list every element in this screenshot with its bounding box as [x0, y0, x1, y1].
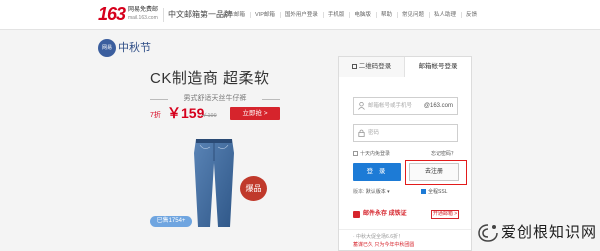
- username-field[interactable]: 邮箱帐号或手机号 @163.com: [353, 97, 458, 115]
- login-panel: 二维码登录 邮箱帐号登录 邮箱帐号或手机号 @163.com 密码 十天内免登录…: [338, 56, 472, 251]
- version-value: 默认版本 ▾: [365, 189, 390, 195]
- tab-qr-label: 二维码登录: [358, 63, 392, 70]
- open-mailbox-button[interactable]: 开通邮箱 >: [431, 210, 459, 219]
- notice-line-2[interactable]: 蓄谋已久 只为今年中秋团圆: [353, 241, 463, 249]
- nav-feedback[interactable]: 反馈: [460, 9, 482, 21]
- festival-text: 中秋节: [118, 41, 151, 54]
- discount-label: 7折: [150, 112, 161, 119]
- nav-vip-mail[interactable]: VIP邮箱: [250, 9, 280, 21]
- remember-label: 十天内免登录: [360, 151, 391, 157]
- nav-desktop[interactable]: 电脑版: [349, 9, 376, 21]
- password-field[interactable]: 密码: [353, 124, 458, 142]
- remember-me[interactable]: 十天内免登录: [353, 150, 390, 158]
- login-tabs: 二维码登录 邮箱帐号登录: [339, 57, 471, 77]
- qr-code-icon: [351, 63, 357, 69]
- forgot-password-link[interactable]: 忘记密码？: [431, 150, 456, 158]
- notice-area: · 中秋大促全场6.6折！ 蓄谋已久 只为今年中秋团圆: [353, 233, 463, 249]
- top-nav: 企业邮箱 VIP邮箱 国外用户登录 手机版 电脑版 帮助 常见问题 私人助理 反…: [218, 9, 482, 21]
- nav-enterprise-mail[interactable]: 企业邮箱: [218, 9, 250, 21]
- ssl-toggle[interactable]: 全程SSL: [421, 188, 447, 196]
- top-header: 163 网易免费邮 mail.163.com 中文邮箱第一品牌 企业邮箱 VIP…: [0, 0, 600, 30]
- tab-mail-login[interactable]: 邮箱帐号登录: [405, 57, 471, 77]
- buy-now-button[interactable]: 立即抢 >: [230, 107, 280, 120]
- password-placeholder: 密码: [368, 130, 380, 136]
- nav-overseas-login[interactable]: 国外用户登录: [279, 9, 323, 21]
- netease-163-logo[interactable]: 163 网易免费邮 mail.163.com: [98, 4, 160, 26]
- sold-count-tag: 已售1754+: [150, 216, 192, 227]
- promo-title: CK制造商 超柔软: [150, 70, 270, 87]
- version-selector[interactable]: 版本: 默认版本 ▾: [353, 188, 390, 196]
- watermark: 爱创根知识网: [477, 222, 597, 244]
- logo-domain: mail.163.com: [128, 15, 158, 21]
- mid-autumn-festival-logo: 网易 中秋节: [98, 37, 156, 59]
- watermark-text: 爱创根知识网: [501, 224, 598, 241]
- logo-number: 163: [98, 4, 126, 24]
- original-price: ￥199: [202, 113, 217, 119]
- hot-item-badge: 爆品: [240, 176, 267, 201]
- sale-price: ￥159: [167, 105, 205, 121]
- price-row: 7折 ￥159 ￥199 立即抢 >: [150, 105, 280, 123]
- version-label: 版本:: [353, 189, 365, 195]
- nav-help[interactable]: 帮助: [375, 9, 397, 21]
- promo-line-text: 邮件永存 成铁证: [363, 211, 407, 217]
- promo-flag-icon: [353, 211, 360, 218]
- header-divider: [163, 8, 164, 22]
- user-icon: [358, 102, 365, 110]
- register-button[interactable]: 去注册: [409, 163, 459, 181]
- nav-faq[interactable]: 常见问题: [396, 9, 429, 21]
- lock-icon: [358, 129, 365, 137]
- remember-checkbox[interactable]: [353, 151, 358, 157]
- nav-assistant[interactable]: 私人助理: [428, 9, 461, 21]
- promo-subtitle: 男式舒适天丝牛仔裤: [150, 94, 280, 104]
- login-button[interactable]: 登 录: [353, 163, 401, 181]
- watermark-logo-icon: [478, 224, 498, 242]
- mail-promo-line: 邮件永存 成铁证 开通邮箱 >: [353, 210, 459, 220]
- ssl-checkbox[interactable]: [421, 189, 426, 195]
- nav-mobile[interactable]: 手机版: [322, 9, 350, 21]
- festival-moon-icon: 网易: [98, 39, 116, 57]
- ssl-label: 全程SSL: [428, 189, 448, 195]
- notice-line-1[interactable]: · 中秋大促全场6.6折！: [353, 233, 463, 241]
- tab-qr-login[interactable]: 二维码登录: [339, 57, 405, 77]
- logo-name: 网易免费邮: [128, 7, 159, 13]
- panel-divider: [339, 229, 471, 230]
- username-placeholder: 邮箱帐号或手机号: [368, 103, 413, 109]
- domain-suffix: @163.com: [423, 103, 453, 109]
